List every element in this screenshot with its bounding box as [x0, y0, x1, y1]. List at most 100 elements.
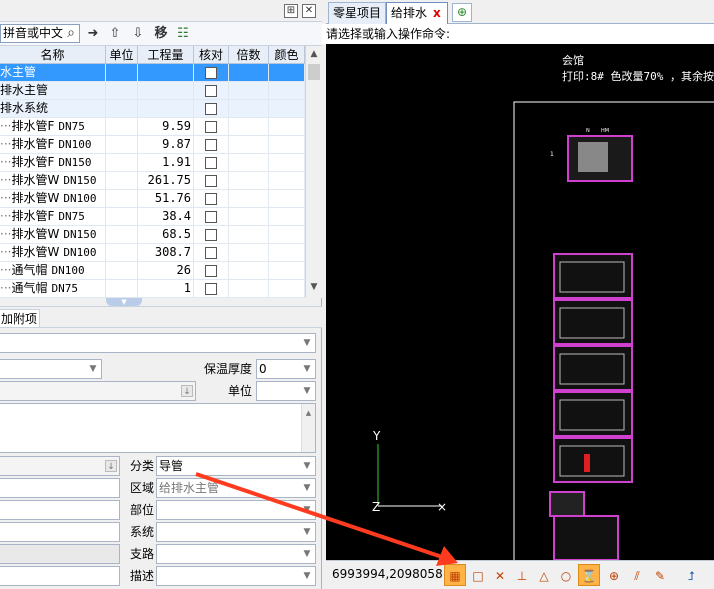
cross-snap-icon[interactable]: ✕ [489, 564, 511, 586]
field-b[interactable] [0, 500, 120, 520]
triangle-snap-icon[interactable]: △ [533, 564, 555, 586]
check-checkbox[interactable] [205, 175, 217, 187]
property-select-2[interactable]: ▼ [0, 359, 102, 379]
material-select[interactable]: ↓ [0, 456, 120, 476]
category-select[interactable]: 导管 ▼ [156, 456, 316, 476]
region-select[interactable]: 给排水主管 ▼ [156, 478, 316, 498]
check-checkbox[interactable] [205, 211, 217, 223]
row-color-cell[interactable] [269, 262, 305, 280]
check-checkbox[interactable] [205, 157, 217, 169]
check-list-icon[interactable]: ☷ [174, 25, 192, 43]
row-multiple-cell[interactable] [229, 136, 269, 154]
row-multiple-cell[interactable] [229, 154, 269, 172]
row-multiple-cell[interactable] [229, 82, 269, 100]
drawing-canvas[interactable]: 会馆 打印:8# 色改量70% ，其余按 N HM 1 Y Z × [326, 44, 714, 560]
splitter-grip[interactable]: ▼ [106, 298, 142, 306]
row-multiple-cell[interactable] [229, 226, 269, 244]
search-icon[interactable]: ⌕ [62, 24, 80, 42]
row-multiple-cell[interactable] [229, 280, 269, 298]
unit-select[interactable]: ▼ [256, 381, 316, 401]
table-row[interactable]: ···排水管W DN150 261.75 [0, 172, 305, 190]
notes-textarea[interactable]: ▲ ▼ [0, 403, 316, 453]
check-checkbox[interactable] [205, 283, 217, 295]
row-color-cell[interactable] [269, 172, 305, 190]
property-select-3[interactable]: ↓ [0, 381, 196, 401]
sheet-thumb-5[interactable] [553, 391, 633, 437]
move-button[interactable]: 移 [152, 25, 170, 43]
scroll-down-icon[interactable]: ▼ [302, 448, 315, 452]
row-multiple-cell[interactable] [229, 208, 269, 226]
row-color-cell[interactable] [269, 208, 305, 226]
table-row[interactable]: 排水主管 [0, 82, 305, 100]
field-c[interactable] [0, 522, 120, 542]
row-multiple-cell[interactable] [229, 172, 269, 190]
new-tab-icon[interactable]: ⊕ [452, 3, 472, 22]
row-unit-cell[interactable] [106, 100, 138, 118]
sheet-thumb-7[interactable] [549, 491, 585, 517]
check-checkbox[interactable] [205, 139, 217, 151]
table-row[interactable]: ···排水管F DN150 1.91 [0, 154, 305, 172]
table-row[interactable]: 排水系统 [0, 100, 305, 118]
row-color-cell[interactable] [269, 64, 305, 82]
tab-attach-items[interactable]: 加附项 [0, 309, 41, 327]
move-down-icon[interactable]: ⇩ [129, 25, 147, 43]
sheet-thumb-3[interactable] [553, 299, 633, 345]
check-checkbox[interactable] [205, 85, 217, 97]
dropdown-button-icon[interactable]: ↓ [181, 385, 193, 397]
scroll-up-icon[interactable]: ▲ [302, 404, 315, 422]
check-checkbox[interactable] [205, 67, 217, 79]
tab-sporadic-items[interactable]: 零星项目 [328, 2, 386, 24]
row-color-cell[interactable] [269, 226, 305, 244]
check-checkbox[interactable] [205, 121, 217, 133]
description-select[interactable]: ▼ [156, 566, 316, 586]
table-row[interactable]: ···排水管F DN100 9.87 [0, 136, 305, 154]
row-unit-cell[interactable] [106, 208, 138, 226]
move-up-icon[interactable]: ⇧ [106, 25, 124, 43]
table-row[interactable]: 水主管 [0, 64, 305, 82]
sheet-thumb-6[interactable] [553, 437, 633, 483]
arrow-right-icon[interactable]: ➜ [84, 25, 102, 43]
row-multiple-cell[interactable] [229, 118, 269, 136]
scroll-thumb[interactable] [308, 64, 320, 80]
row-multiple-cell[interactable] [229, 244, 269, 262]
field-a[interactable] [0, 478, 120, 498]
row-unit-cell[interactable] [106, 154, 138, 172]
scroll-up-icon[interactable]: ▲ [308, 49, 320, 59]
system-select[interactable]: ▼ [156, 522, 316, 542]
row-color-cell[interactable] [269, 118, 305, 136]
table-row[interactable]: ···通气帽 DN75 1 [0, 280, 305, 298]
tab-water-supply-drainage[interactable]: 给排水 x [386, 2, 448, 24]
col-multiple[interactable]: 倍数 [229, 46, 269, 64]
row-unit-cell[interactable] [106, 82, 138, 100]
sheet-thumb-2[interactable] [553, 253, 633, 299]
row-color-cell[interactable] [269, 244, 305, 262]
command-line[interactable]: 请选择或输入操作命令: [322, 24, 714, 44]
grid-snap-icon[interactable]: ▦ [444, 564, 466, 586]
col-unit[interactable]: 单位 [106, 46, 138, 64]
check-checkbox[interactable] [205, 229, 217, 241]
field-e[interactable] [0, 566, 120, 586]
ruler-icon[interactable]: ✎ [649, 564, 671, 586]
scroll-down-icon[interactable]: ▼ [308, 282, 320, 292]
close-tab-icon[interactable]: x [433, 3, 441, 23]
col-color[interactable]: 颜色 [269, 46, 305, 64]
branch-select[interactable]: ▼ [156, 544, 316, 564]
row-color-cell[interactable] [269, 190, 305, 208]
table-row[interactable]: ···排水管W DN100 51.76 [0, 190, 305, 208]
row-unit-cell[interactable] [106, 64, 138, 82]
table-row[interactable]: ···排水管W DN150 68.5 [0, 226, 305, 244]
row-color-cell[interactable] [269, 154, 305, 172]
table-row[interactable]: ···排水管W DN100 308.7 [0, 244, 305, 262]
row-unit-cell[interactable] [106, 136, 138, 154]
property-select-1[interactable]: ▼ [0, 333, 316, 353]
row-color-cell[interactable] [269, 82, 305, 100]
sheet-thumb-8[interactable] [553, 515, 619, 560]
center-snap-icon[interactable]: ⊕ [603, 564, 625, 586]
dropdown-button-icon[interactable]: ↓ [105, 460, 117, 472]
col-quantity[interactable]: 工程量 [138, 46, 194, 64]
row-unit-cell[interactable] [106, 118, 138, 136]
table-row[interactable]: ···通气帽 DN100 26 [0, 262, 305, 280]
grid-scrollbar[interactable]: ▲ ▼ [305, 46, 322, 298]
insulation-select[interactable]: 0 ▼ [256, 359, 316, 379]
col-name[interactable]: 名称 [0, 46, 106, 64]
